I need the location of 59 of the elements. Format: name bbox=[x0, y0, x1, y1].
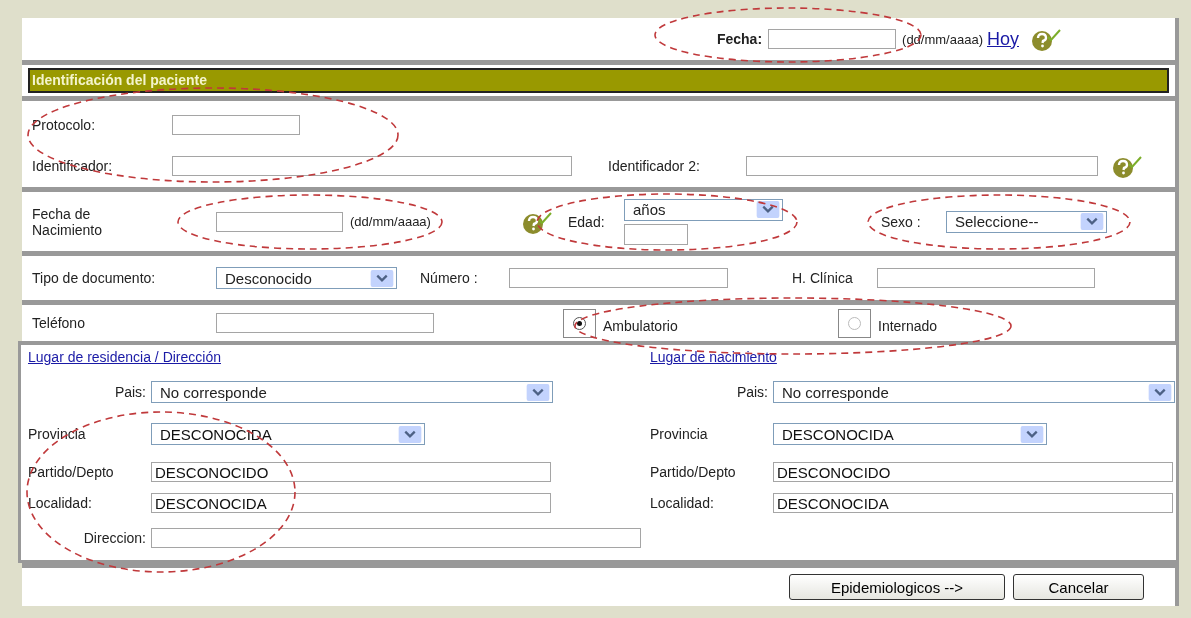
input-field[interactable] bbox=[746, 155, 1098, 176]
field-label: Sexo : bbox=[881, 213, 922, 230]
field-label: Identificador: bbox=[32, 157, 114, 174]
input-field[interactable] bbox=[151, 528, 641, 548]
field-label: Identificador 2: bbox=[608, 157, 701, 174]
field-label: Partido/Depto bbox=[650, 464, 737, 480]
input-field[interactable] bbox=[216, 313, 434, 333]
radio-label: Internado bbox=[878, 318, 938, 334]
input-field[interactable] bbox=[172, 114, 300, 135]
chevron-icon bbox=[1148, 383, 1172, 401]
field-label: Direccion: bbox=[82, 530, 147, 546]
field-label: Protocolo: bbox=[32, 116, 97, 133]
field-label: Fecha: bbox=[716, 31, 763, 47]
field-label: Provincia bbox=[650, 426, 709, 442]
field-label: Fecha de Nacimiento bbox=[32, 205, 104, 238]
format-hint: (dd/mm/aaaa) bbox=[350, 214, 432, 229]
chevron-icon bbox=[370, 269, 394, 287]
chevron-icon bbox=[1080, 213, 1104, 230]
radio-label: Ambulatorio bbox=[603, 318, 678, 334]
input-field[interactable] bbox=[877, 268, 1095, 288]
field-label: Localidad: bbox=[650, 495, 715, 511]
input-field[interactable]: DESCONOCIDO bbox=[773, 462, 1173, 482]
field-label: Pais: bbox=[735, 384, 769, 400]
field-label: Teléfono bbox=[32, 315, 86, 331]
field-label: Provincia bbox=[28, 426, 87, 442]
section-link[interactable]: Lugar de residencia / Dirección bbox=[28, 349, 221, 373]
field-label: Número : bbox=[420, 270, 479, 286]
form-button[interactable]: Cancelar bbox=[1013, 574, 1144, 600]
form-button[interactable]: Epidemiologicos --> bbox=[789, 574, 1005, 600]
help-icon[interactable] bbox=[1029, 27, 1063, 51]
field-label: H. Clínica bbox=[792, 270, 854, 286]
chevron-icon bbox=[526, 383, 550, 401]
field-label: Localidad: bbox=[28, 495, 93, 511]
field-label: Tipo de documento: bbox=[32, 270, 157, 286]
province-dropdown[interactable]: DESCONOCIDA bbox=[151, 423, 425, 445]
section-header: Identificación del paciente bbox=[28, 68, 1169, 93]
field-label: Partido/Depto bbox=[28, 464, 115, 480]
document-type-dropdown[interactable]: Desconocido bbox=[216, 267, 397, 289]
input-field[interactable]: DESCONOCIDA bbox=[773, 493, 1173, 513]
input-field[interactable]: DESCONOCIDO bbox=[151, 462, 551, 482]
input-field[interactable] bbox=[216, 211, 343, 232]
sex-dropdown[interactable]: Seleccione-- bbox=[946, 210, 1107, 233]
field-label: Pais: bbox=[113, 384, 147, 400]
input-field[interactable] bbox=[509, 268, 728, 288]
input-field[interactable] bbox=[624, 223, 688, 245]
field-label: Edad: bbox=[568, 213, 606, 230]
input-field[interactable] bbox=[172, 155, 572, 176]
country-dropdown[interactable]: No corresponde bbox=[773, 381, 1175, 403]
today-link[interactable]: Hoy bbox=[987, 28, 1019, 50]
input-field[interactable] bbox=[768, 29, 897, 49]
section-link[interactable]: Lugar de nacimiento bbox=[650, 349, 777, 373]
country-dropdown[interactable]: No corresponde bbox=[151, 381, 553, 403]
format-hint: (dd/mm/aaaa) bbox=[902, 31, 983, 47]
chevron-icon bbox=[398, 425, 422, 443]
chevron-icon bbox=[756, 201, 780, 218]
unit-dropdown[interactable]: años bbox=[624, 198, 783, 221]
province-dropdown[interactable]: DESCONOCIDA bbox=[773, 423, 1047, 445]
chevron-icon bbox=[1020, 425, 1044, 443]
input-field[interactable]: DESCONOCIDA bbox=[151, 493, 551, 513]
